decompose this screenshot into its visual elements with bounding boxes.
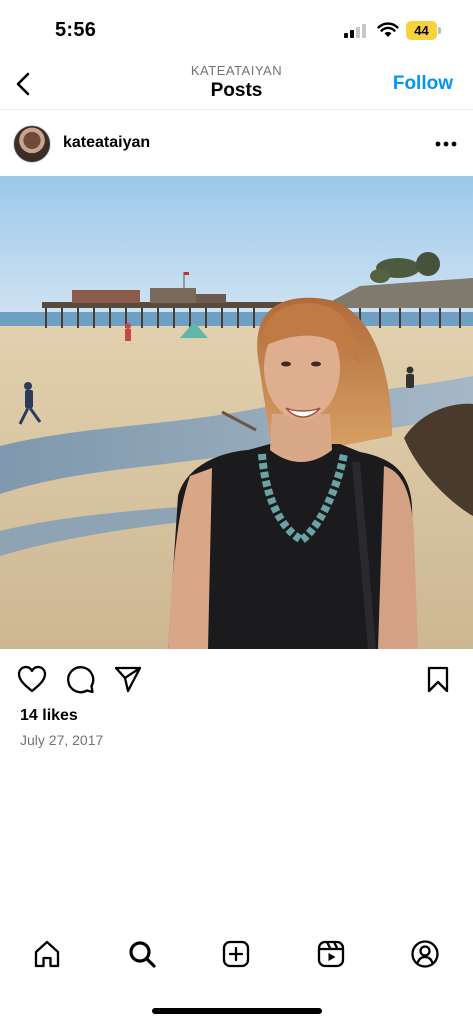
avatar[interactable]	[13, 125, 51, 163]
profile-icon	[411, 940, 439, 968]
reels-icon	[317, 940, 345, 968]
nav-create[interactable]	[218, 936, 254, 972]
status-bar: 5:56 44	[0, 0, 473, 60]
save-button[interactable]	[422, 663, 454, 695]
posts-header: KATEATAIYAN Posts Follow	[0, 60, 473, 110]
battery-icon: 44	[406, 21, 441, 40]
post-author-row: kateataiyan	[0, 118, 473, 172]
nav-reels[interactable]	[313, 936, 349, 972]
post-date: July 27, 2017	[20, 732, 104, 748]
like-count[interactable]: 14 likes	[20, 707, 78, 725]
wifi-icon	[377, 22, 399, 37]
send-icon	[114, 666, 142, 693]
follow-button[interactable]: Follow	[393, 73, 453, 95]
beach-pier-photo	[0, 176, 473, 649]
status-time: 5:56	[55, 19, 97, 41]
more-horizontal-icon	[435, 141, 457, 147]
nav-search[interactable]	[124, 936, 160, 972]
battery-level: 44	[406, 21, 437, 40]
more-options-button[interactable]	[433, 132, 459, 156]
post-photo[interactable]	[0, 176, 473, 649]
author-username[interactable]: kateataiyan	[63, 134, 150, 152]
heart-icon	[17, 665, 47, 693]
post-actions	[0, 660, 473, 700]
like-button[interactable]	[16, 663, 48, 695]
home-icon	[34, 940, 60, 968]
share-button[interactable]	[112, 663, 144, 695]
bottom-navigation	[0, 924, 473, 984]
home-indicator	[152, 1008, 322, 1014]
nav-home[interactable]	[29, 936, 65, 972]
create-icon	[222, 940, 250, 968]
comment-icon	[67, 666, 95, 694]
cellular-signal-icon	[344, 24, 370, 38]
bookmark-icon	[427, 666, 449, 693]
comment-button[interactable]	[64, 663, 96, 695]
search-icon	[129, 941, 156, 968]
nav-profile[interactable]	[407, 936, 443, 972]
